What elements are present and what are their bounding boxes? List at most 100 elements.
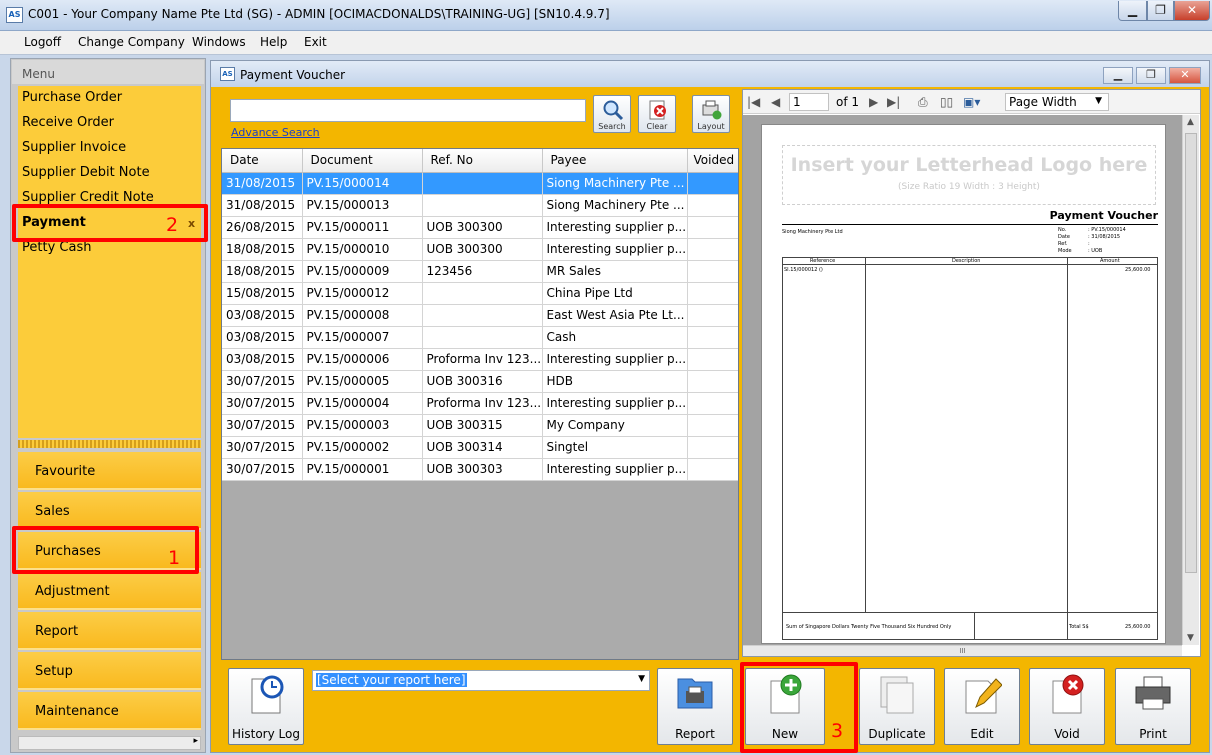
category-favourite[interactable]: Favourite bbox=[18, 452, 201, 490]
table-row[interactable]: 31/08/2015 PV.15/000014 Siong Machinery Pt… bbox=[222, 172, 738, 195]
table-cell: Interesting supplier p... bbox=[542, 238, 688, 261]
table-row[interactable]: 03/08/2015 PV.15/000008 East West Asia Pte… bbox=[222, 304, 738, 327]
voucher-grid[interactable]: Date Document Ref. No Payee Voided 31/08… bbox=[221, 148, 739, 660]
page-view-icon[interactable]: ▯▯ bbox=[940, 95, 953, 109]
page-number-input[interactable]: 1 bbox=[789, 93, 829, 111]
column-ref-no[interactable]: Ref. No bbox=[422, 149, 543, 173]
duplicate-button[interactable]: Duplicate bbox=[859, 668, 935, 745]
history-log-button[interactable]: History Log bbox=[228, 668, 304, 745]
menu-item-supplier-debit-note[interactable]: Supplier Debit Note bbox=[22, 165, 150, 180]
minimize-button[interactable]: ▁ bbox=[1118, 1, 1147, 21]
category-report[interactable]: Report bbox=[18, 612, 201, 650]
panel-splitter[interactable] bbox=[18, 440, 201, 448]
chevron-down-icon: ▼ bbox=[1095, 96, 1102, 106]
table-row[interactable]: 26/08/2015 PV.15/000011 UOB 300300 Interest… bbox=[222, 216, 738, 239]
column-document[interactable]: Document bbox=[302, 149, 423, 173]
table-row[interactable]: 03/08/2015 PV.15/000007 Cash bbox=[222, 326, 738, 349]
menu-change-company[interactable]: Change Company bbox=[78, 35, 185, 49]
clear-icon bbox=[649, 100, 666, 120]
preview-horizontal-scrollbar[interactable]: III bbox=[743, 645, 1182, 656]
column-voided[interactable]: Voided bbox=[687, 149, 738, 173]
last-page-icon[interactable]: ▶| bbox=[887, 95, 900, 109]
table-cell bbox=[687, 282, 738, 305]
column-divider bbox=[1067, 257, 1068, 640]
table-cell: PV.15/000013 bbox=[302, 194, 423, 217]
next-page-icon[interactable]: ▶ bbox=[869, 95, 878, 109]
advance-search-link[interactable]: Advance Search bbox=[231, 126, 320, 139]
menu-header: Menu bbox=[12, 60, 204, 84]
menu-item-purchase-order[interactable]: Purchase Order bbox=[22, 90, 122, 105]
doc-minimize-button[interactable]: ▁ bbox=[1103, 67, 1133, 84]
doc-close-button[interactable]: ✕ bbox=[1169, 67, 1201, 84]
table-cell: 03/08/2015 bbox=[222, 348, 303, 371]
menu-item-petty-cash[interactable]: Petty Cash bbox=[22, 240, 91, 255]
table-header-amount: Amount bbox=[1100, 258, 1120, 264]
zoom-select[interactable]: Page Width ▼ bbox=[1005, 93, 1109, 111]
table-row[interactable]: 03/08/2015 PV.15/000006 Proforma Inv 123..… bbox=[222, 348, 738, 371]
preview-vertical-scrollbar[interactable]: ▲ ▼ bbox=[1182, 115, 1199, 645]
table-cell: Proforma Inv 123... bbox=[422, 348, 543, 371]
menu-exit[interactable]: Exit bbox=[304, 35, 327, 49]
table-row[interactable]: 30/07/2015 PV.15/000005 UOB 300316 HDB bbox=[222, 370, 738, 393]
void-button[interactable]: Void bbox=[1029, 668, 1105, 745]
table-header-reference: Reference bbox=[810, 258, 836, 264]
edit-button[interactable]: Edit bbox=[944, 668, 1020, 745]
annotation-number-2: 2 bbox=[166, 214, 179, 236]
table-row[interactable]: 30/07/2015 PV.15/000004 Proforma Inv 123..… bbox=[222, 392, 738, 415]
table-cell: Interesting supplier p... bbox=[542, 216, 688, 239]
menu-bar: Logoff Change Company Windows Help Exit bbox=[0, 31, 1212, 55]
scroll-down-icon[interactable]: ▼ bbox=[1187, 633, 1194, 643]
print-button[interactable]: Print bbox=[1115, 668, 1191, 745]
table-row[interactable]: 30/07/2015 PV.15/000002 UOB 300314 Singtel bbox=[222, 436, 738, 459]
doc-maximize-button[interactable]: ❐ bbox=[1136, 67, 1166, 84]
close-button[interactable]: ✕ bbox=[1174, 1, 1210, 21]
category-adjustment[interactable]: Adjustment bbox=[18, 572, 201, 610]
menu-item-supplier-credit-note[interactable]: Supplier Credit Note bbox=[22, 190, 154, 205]
table-cell: My Company bbox=[542, 414, 688, 437]
prev-page-icon[interactable]: ◀ bbox=[771, 95, 780, 109]
category-sales[interactable]: Sales bbox=[18, 492, 201, 530]
table-row[interactable]: 30/07/2015 PV.15/000001 UOB 300303 Interest… bbox=[222, 458, 738, 481]
search-input[interactable] bbox=[230, 99, 586, 122]
search-button[interactable]: Search bbox=[593, 95, 631, 133]
category-maintenance[interactable]: Maintenance bbox=[18, 692, 201, 730]
table-cell: Interesting supplier p... bbox=[542, 348, 688, 371]
menu-logoff[interactable]: Logoff bbox=[24, 35, 61, 49]
table-row[interactable]: 18/08/2015 PV.15/000009 123456 MR Sales bbox=[222, 260, 738, 283]
column-date[interactable]: Date bbox=[222, 149, 303, 173]
report-select[interactable]: [Select your report here] ▼ bbox=[312, 670, 650, 691]
table-cell: PV.15/000011 bbox=[302, 216, 423, 239]
scroll-right-icon[interactable]: ▸ bbox=[193, 736, 198, 746]
layout-button[interactable]: Layout bbox=[692, 95, 730, 133]
first-page-icon[interactable]: |◀ bbox=[747, 95, 760, 109]
menu-item-supplier-invoice[interactable]: Supplier Invoice bbox=[22, 140, 126, 155]
table-cell bbox=[687, 436, 738, 459]
table-cell bbox=[422, 326, 543, 349]
scroll-up-icon[interactable]: ▲ bbox=[1187, 117, 1194, 127]
category-setup[interactable]: Setup bbox=[18, 652, 201, 690]
scroll-thumb[interactable] bbox=[1185, 133, 1197, 573]
menu-windows[interactable]: Windows bbox=[192, 35, 246, 49]
meta-label-ref: Ref. bbox=[1058, 241, 1068, 247]
meta-label-mode: Mode bbox=[1058, 248, 1072, 254]
table-row[interactable]: 30/07/2015 PV.15/000003 UOB 300315 My Compa… bbox=[222, 414, 738, 437]
title-bar: AS C001 - Your Company Name Pte Ltd (SG)… bbox=[0, 0, 1212, 31]
table-cell: PV.15/000006 bbox=[302, 348, 423, 371]
table-row[interactable]: 31/08/2015 PV.15/000013 Siong Machinery Pt… bbox=[222, 194, 738, 217]
table-cell bbox=[687, 414, 738, 437]
clear-button[interactable]: Clear bbox=[638, 95, 676, 133]
maximize-button[interactable]: ❐ bbox=[1147, 1, 1174, 21]
report-button[interactable]: Report bbox=[657, 668, 733, 745]
print-preview-icon[interactable]: ⎙ bbox=[918, 95, 928, 110]
table-row[interactable]: 15/08/2015 PV.15/000012 China Pipe Ltd bbox=[222, 282, 738, 305]
report-select-value: [Select your report here] bbox=[316, 673, 467, 687]
menu-help[interactable]: Help bbox=[260, 35, 287, 49]
search-button-label: Search bbox=[598, 122, 626, 131]
table-row[interactable]: 18/08/2015 PV.15/000010 UOB 300300 Interest… bbox=[222, 238, 738, 261]
table-cell: East West Asia Pte Lt... bbox=[542, 304, 688, 327]
menu-item-receive-order[interactable]: Receive Order bbox=[22, 115, 114, 130]
report-printer-icon bbox=[677, 678, 713, 709]
save-export-icon[interactable]: ▣▾ bbox=[963, 95, 980, 109]
sidebar-scrollbar[interactable]: ▸ bbox=[18, 736, 201, 750]
column-payee[interactable]: Payee bbox=[542, 149, 688, 173]
